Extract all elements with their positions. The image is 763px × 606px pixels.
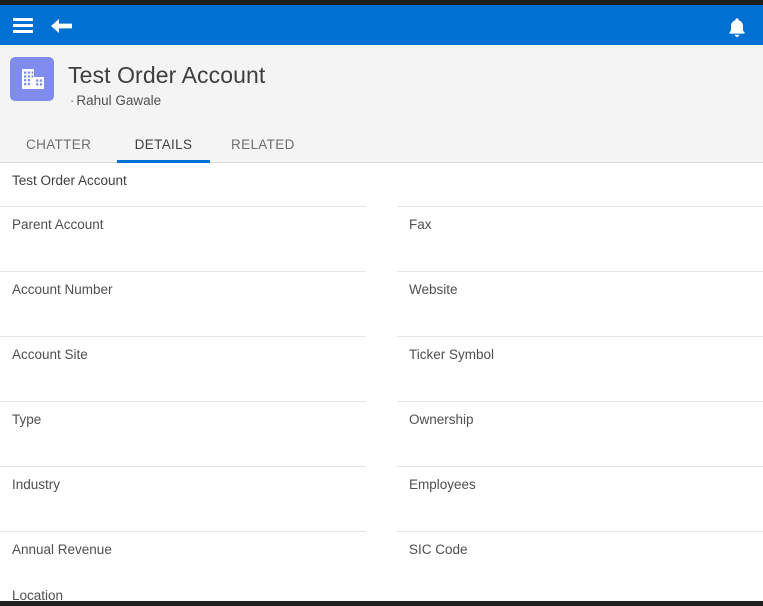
field-label-account-number: Account Number	[12, 282, 113, 297]
app-bar	[0, 5, 763, 45]
record-owner-name: Rahul Gawale	[76, 93, 162, 108]
back-arrow-icon[interactable]	[48, 16, 74, 36]
field-row[interactable]: Industry	[0, 467, 366, 532]
details-panel: Test Order Account Parent Account Accoun…	[0, 163, 763, 601]
page-title: Test Order Account	[68, 62, 266, 88]
tab-related-label: RELATED	[231, 137, 295, 152]
tab-related[interactable]: RELATED	[231, 128, 295, 163]
field-label-sic-code: SIC Code	[409, 542, 468, 557]
account-building-icon	[10, 57, 54, 101]
field-label-employees: Employees	[409, 477, 476, 492]
field-row[interactable]	[397, 163, 763, 207]
field-row[interactable]: Type	[0, 402, 366, 467]
record-owner: · Rahul Gawale	[70, 93, 161, 108]
bullet-separator: ·	[70, 93, 75, 108]
account-name-value: Test Order Account	[12, 173, 127, 188]
field-row[interactable]: Website	[397, 272, 763, 337]
tab-chatter[interactable]: CHATTER	[26, 128, 98, 163]
field-row[interactable]: Account Number	[0, 272, 366, 337]
field-label-fax: Fax	[409, 217, 432, 232]
field-label-type: Type	[12, 412, 42, 427]
field-row[interactable]: Parent Account	[0, 207, 366, 272]
field-row-clipped[interactable]: Location	[0, 588, 763, 601]
tab-details[interactable]: DETAILS	[117, 128, 210, 163]
field-label-parent-account: Parent Account	[12, 217, 104, 232]
field-row[interactable]: Employees	[397, 467, 763, 532]
field-row[interactable]: Ticker Symbol	[397, 337, 763, 402]
bell-icon[interactable]	[727, 17, 747, 38]
field-label-ownership: Ownership	[409, 412, 474, 427]
field-row[interactable]: Fax	[397, 207, 763, 272]
record-header: Test Order Account · Rahul Gawale CHATTER…	[0, 45, 763, 194]
field-row[interactable]: Account Site	[0, 337, 366, 402]
field-label-ticker-symbol: Ticker Symbol	[409, 347, 495, 362]
field-label-website: Website	[409, 282, 458, 297]
field-label-location: Location	[12, 588, 64, 600]
hamburger-menu-icon[interactable]	[13, 18, 33, 33]
details-column-left: Test Order Account Parent Account Accoun…	[0, 163, 366, 597]
field-label-account-site: Account Site	[12, 347, 88, 362]
salesforce-mobile-account-page: Test Order Account · Rahul Gawale CHATTER…	[0, 0, 763, 606]
details-column-right: Fax Website Ticker Symbol Ownership Empl…	[397, 163, 763, 597]
field-label-industry: Industry	[12, 477, 61, 492]
field-label-annual-revenue: Annual Revenue	[12, 542, 112, 557]
field-row[interactable]: Test Order Account	[0, 163, 366, 207]
tab-details-label: DETAILS	[134, 137, 193, 152]
record-tabs: CHATTER DETAILS RELATED	[0, 128, 763, 163]
tab-chatter-label: CHATTER	[26, 137, 92, 152]
bottom-nav-strip	[0, 601, 763, 606]
field-row[interactable]: Ownership	[397, 402, 763, 467]
